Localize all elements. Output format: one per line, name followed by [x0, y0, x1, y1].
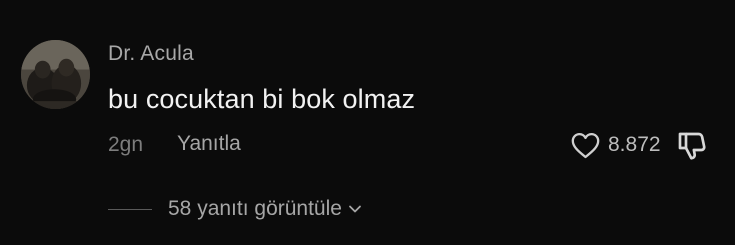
- heart-outline-icon: [571, 132, 600, 158]
- comment-age: 2gn: [108, 133, 144, 156]
- chevron-down-icon: [349, 205, 361, 213]
- comment-text: bu cocuktan bi bok olmaz: [108, 84, 416, 114]
- reply-button[interactable]: Yanıtla: [177, 132, 241, 156]
- like-button[interactable]: 8.872: [571, 130, 661, 160]
- view-replies-button[interactable]: 58 yanıtı görüntüle: [108, 196, 362, 222]
- like-count: 8.872: [608, 133, 661, 156]
- thumbs-down-icon: [678, 132, 706, 160]
- avatar-image: [21, 40, 90, 109]
- replies-divider: [108, 208, 152, 210]
- comment-item: Dr. Acula bu cocuktan bi bok olmaz 2gn Y…: [0, 0, 735, 245]
- view-replies-label: 58 yanıtı görüntüle: [168, 197, 342, 220]
- avatar[interactable]: [21, 40, 90, 109]
- dislike-button[interactable]: [676, 130, 708, 162]
- comment-username[interactable]: Dr. Acula: [108, 42, 194, 66]
